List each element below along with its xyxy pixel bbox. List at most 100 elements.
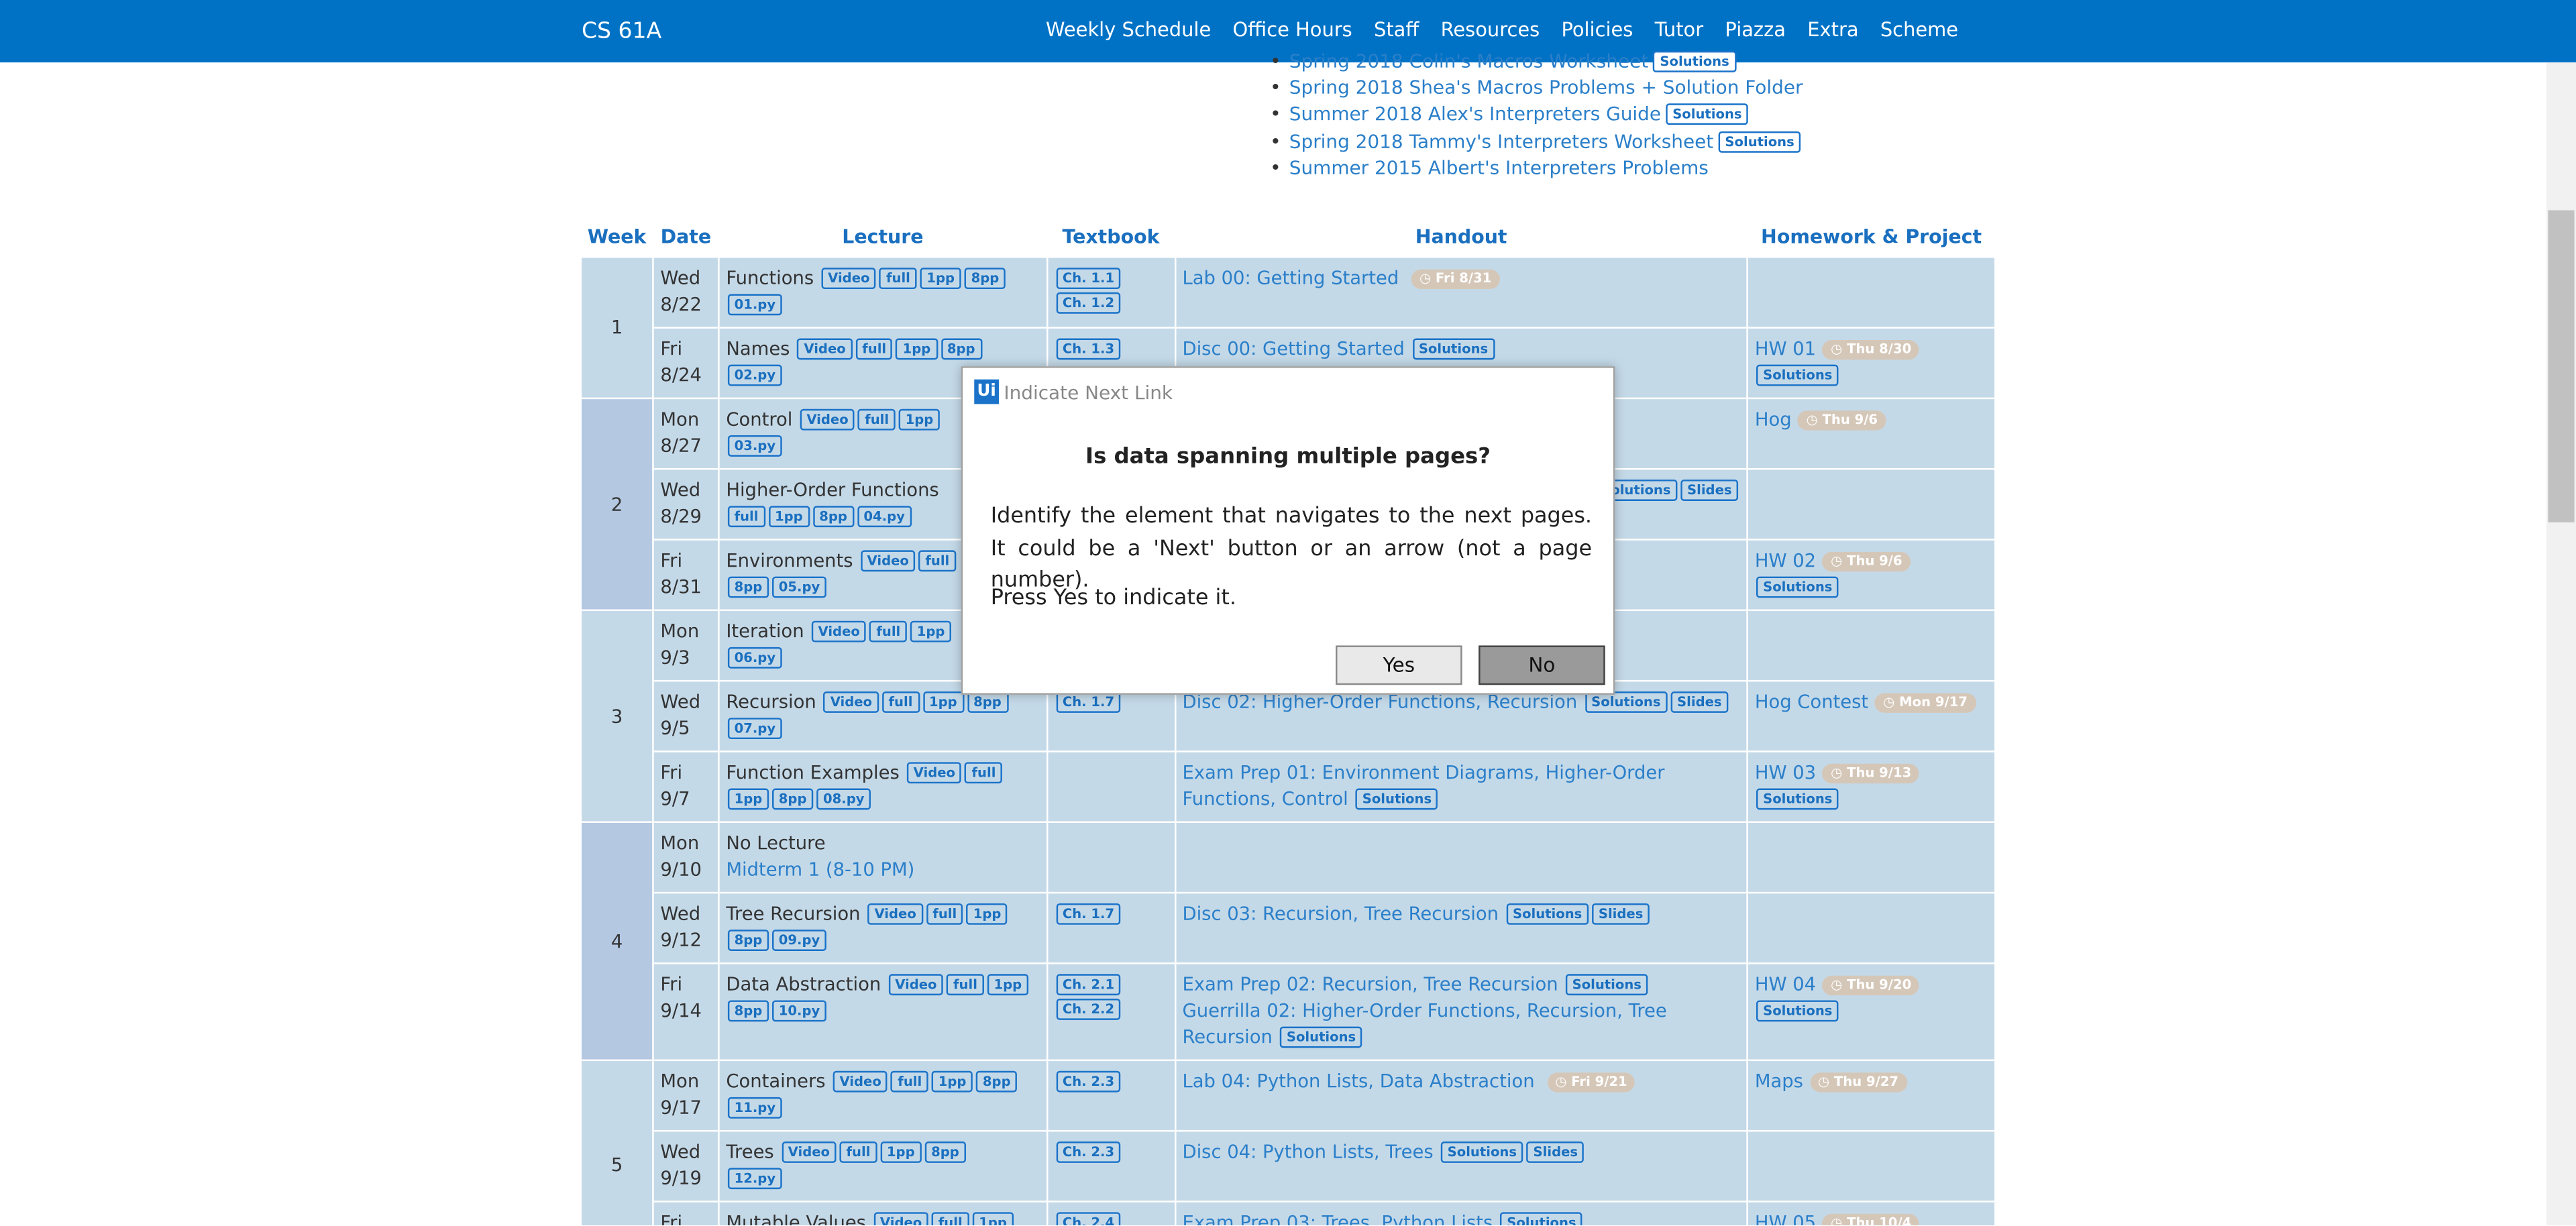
lecture-full-tag[interactable]: full bbox=[855, 338, 893, 360]
lecture-10-py-tag[interactable]: 10.py bbox=[771, 1000, 827, 1022]
nav-policies[interactable]: Policies bbox=[1561, 18, 1633, 41]
handout-link[interactable]: Guerrilla 02: Higher-Order Functions, Re… bbox=[1182, 1000, 1666, 1048]
lecture-full-tag[interactable]: full bbox=[881, 691, 920, 713]
solutions-tag[interactable]: Solutions bbox=[1653, 50, 1736, 72]
nav-office-hours[interactable]: Office Hours bbox=[1233, 18, 1352, 41]
textbook-chapter-tag[interactable]: Ch. 1.3 bbox=[1056, 338, 1121, 360]
solutions-tag[interactable]: Solutions bbox=[1565, 974, 1648, 996]
lecture-full-tag[interactable]: full bbox=[918, 550, 957, 572]
solutions-tag[interactable]: Solutions bbox=[1718, 130, 1801, 152]
no-button[interactable]: No bbox=[1479, 645, 1605, 685]
lecture-video-tag[interactable]: Video bbox=[800, 408, 855, 431]
solutions-tag[interactable]: Solutions bbox=[1506, 903, 1589, 925]
lecture-full-tag[interactable]: full bbox=[965, 762, 1003, 784]
lecture-1pp-tag[interactable]: 1pp bbox=[966, 903, 1008, 925]
lecture-full-tag[interactable]: full bbox=[931, 1212, 969, 1225]
homework-link[interactable]: HW 01 bbox=[1755, 338, 1816, 359]
lecture-video-tag[interactable]: Video bbox=[821, 268, 877, 290]
lecture-video-tag[interactable]: Video bbox=[833, 1070, 888, 1093]
lecture-08-py-tag[interactable]: 08.py bbox=[816, 788, 871, 810]
solutions-tag[interactable]: Solutions bbox=[1280, 1026, 1363, 1048]
lecture-1pp-tag[interactable]: 1pp bbox=[898, 408, 941, 431]
lecture-8pp-tag[interactable]: 8pp bbox=[727, 930, 769, 951]
homework-link[interactable]: HW 04 bbox=[1755, 974, 1816, 995]
yes-button[interactable]: Yes bbox=[1336, 645, 1462, 685]
resource-link[interactable]: Spring 2018 Tammy's Interpreters Workshe… bbox=[1289, 129, 1713, 152]
nav-extra[interactable]: Extra bbox=[1807, 18, 1858, 41]
lecture-full-tag[interactable]: full bbox=[727, 506, 765, 528]
textbook-chapter-tag[interactable]: Ch. 2.3 bbox=[1056, 1141, 1121, 1163]
lecture-1pp-tag[interactable]: 1pp bbox=[922, 691, 964, 713]
slides-tag[interactable]: Slides bbox=[1670, 691, 1729, 713]
lecture-03-py-tag[interactable]: 03.py bbox=[727, 435, 782, 457]
lecture-full-tag[interactable]: full bbox=[947, 974, 984, 996]
nav-scheme[interactable]: Scheme bbox=[1880, 18, 1958, 41]
textbook-chapter-tag[interactable]: Ch. 2.2 bbox=[1056, 998, 1121, 1020]
lecture-06-py-tag[interactable]: 06.py bbox=[727, 647, 782, 669]
resource-link[interactable]: Summer 2018 Alex's Interpreters Guide bbox=[1289, 103, 1661, 125]
solutions-tag[interactable]: Solutions bbox=[1756, 788, 1839, 810]
lecture-video-tag[interactable]: Video bbox=[906, 762, 962, 784]
textbook-chapter-tag[interactable]: Ch. 1.7 bbox=[1056, 903, 1121, 925]
lecture-1pp-tag[interactable]: 1pp bbox=[896, 338, 938, 360]
homework-link[interactable]: Hog Contest bbox=[1755, 691, 1868, 713]
homework-link[interactable]: HW 02 bbox=[1755, 550, 1816, 571]
lecture-video-tag[interactable]: Video bbox=[797, 338, 853, 360]
solutions-tag[interactable]: Solutions bbox=[1500, 1212, 1583, 1225]
textbook-chapter-tag[interactable]: Ch. 1.1 bbox=[1056, 268, 1121, 290]
homework-link[interactable]: HW 05 bbox=[1755, 1212, 1816, 1225]
textbook-chapter-tag[interactable]: Ch. 2.1 bbox=[1056, 974, 1121, 996]
handout-link[interactable]: Disc 00: Getting Started bbox=[1182, 338, 1410, 359]
lecture-video-tag[interactable]: Video bbox=[811, 620, 867, 643]
lecture-full-tag[interactable]: full bbox=[869, 620, 908, 643]
slides-tag[interactable]: Slides bbox=[1680, 480, 1739, 501]
solutions-tag[interactable]: Solutions bbox=[1440, 1141, 1523, 1163]
lecture-1pp-tag[interactable]: 1pp bbox=[727, 788, 769, 810]
resource-link[interactable]: Summer 2015 Albert's Interpreters Proble… bbox=[1289, 156, 1709, 178]
handout-link[interactable]: Disc 03: Recursion, Tree Recursion bbox=[1182, 903, 1504, 925]
lecture-01-py-tag[interactable]: 01.py bbox=[727, 294, 782, 316]
textbook-chapter-tag[interactable]: Ch. 2.4 bbox=[1056, 1212, 1121, 1225]
solutions-tag[interactable]: Solutions bbox=[1756, 1000, 1839, 1022]
scrollbar-thumb[interactable] bbox=[2548, 210, 2575, 522]
lecture-8pp-tag[interactable]: 8pp bbox=[924, 1141, 966, 1163]
lecture-09-py-tag[interactable]: 09.py bbox=[771, 930, 827, 951]
lecture-video-tag[interactable]: Video bbox=[888, 974, 944, 996]
lecture-11-py-tag[interactable]: 11.py bbox=[727, 1097, 782, 1119]
resource-link[interactable]: Spring 2018 Shea's Macros Problems + Sol… bbox=[1289, 76, 1803, 99]
lecture-02-py-tag[interactable]: 02.py bbox=[727, 364, 782, 386]
lecture-1pp-tag[interactable]: 1pp bbox=[987, 974, 1028, 996]
solutions-tag[interactable]: Solutions bbox=[1412, 338, 1495, 360]
solutions-tag[interactable]: Solutions bbox=[1756, 576, 1839, 598]
resource-link[interactable]: Spring 2018 Colin's Macros Worksheet bbox=[1289, 49, 1648, 72]
lecture-1pp-tag[interactable]: 1pp bbox=[880, 1141, 922, 1163]
slides-tag[interactable]: Slides bbox=[1592, 903, 1650, 925]
lecture-full-tag[interactable]: full bbox=[879, 268, 917, 290]
nav-tutor[interactable]: Tutor bbox=[1655, 18, 1703, 41]
page-scrollbar[interactable] bbox=[2546, 62, 2576, 1225]
lecture-07-py-tag[interactable]: 07.py bbox=[727, 718, 782, 740]
nav-resources[interactable]: Resources bbox=[1441, 18, 1540, 41]
textbook-chapter-tag[interactable]: Ch. 1.2 bbox=[1056, 292, 1121, 314]
nav-weekly-schedule[interactable]: Weekly Schedule bbox=[1046, 18, 1211, 41]
lecture-1pp-tag[interactable]: 1pp bbox=[920, 268, 961, 290]
solutions-tag[interactable]: Solutions bbox=[1355, 788, 1438, 810]
lecture-video-tag[interactable]: Video bbox=[867, 903, 923, 925]
handout-link[interactable]: Lab 04: Python Lists, Data Abstraction bbox=[1182, 1071, 1540, 1093]
lecture-1pp-tag[interactable]: 1pp bbox=[768, 506, 810, 528]
lecture-video-tag[interactable]: Video bbox=[873, 1212, 929, 1225]
lecture-8pp-tag[interactable]: 8pp bbox=[941, 338, 982, 360]
handout-link[interactable]: Exam Prep 03: Trees, Python Lists bbox=[1182, 1212, 1499, 1225]
site-brand[interactable]: CS 61A bbox=[582, 18, 661, 44]
lecture-1pp-tag[interactable]: 1pp bbox=[972, 1212, 1014, 1225]
lecture-8pp-tag[interactable]: 8pp bbox=[727, 1000, 769, 1022]
lecture-8pp-tag[interactable]: 8pp bbox=[812, 506, 854, 528]
lecture-1pp-tag[interactable]: 1pp bbox=[931, 1070, 973, 1093]
textbook-chapter-tag[interactable]: Ch. 2.3 bbox=[1056, 1070, 1121, 1093]
lecture-video-tag[interactable]: Video bbox=[860, 550, 916, 572]
midterm-link[interactable]: Midterm 1 (8-10 PM) bbox=[726, 857, 1039, 883]
lecture-12-py-tag[interactable]: 12.py bbox=[727, 1168, 782, 1190]
lecture-full-tag[interactable]: full bbox=[891, 1070, 929, 1093]
lecture-video-tag[interactable]: Video bbox=[781, 1141, 837, 1163]
handout-link[interactable]: Exam Prep 02: Recursion, Tree Recursion bbox=[1182, 974, 1564, 995]
